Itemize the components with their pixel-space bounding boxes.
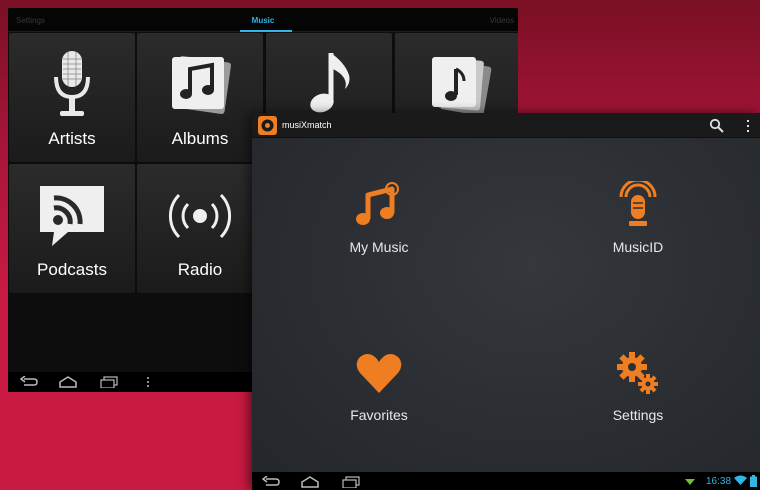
back-icon[interactable] bbox=[262, 476, 280, 488]
recent-apps-icon[interactable] bbox=[342, 476, 360, 488]
menu-my-music[interactable]: My Music bbox=[294, 181, 464, 271]
tab-videos[interactable]: Videos bbox=[490, 16, 514, 25]
front-navigation-bar: 16:38 bbox=[252, 472, 760, 490]
tab-indicator bbox=[240, 30, 292, 32]
back-tab-bar: Settings Music Videos bbox=[8, 8, 518, 32]
microphone-icon bbox=[54, 51, 90, 116]
radio-icon bbox=[168, 193, 232, 239]
app-title: musiXmatch bbox=[282, 120, 332, 130]
battery-icon bbox=[750, 475, 757, 487]
tile-label-radio: Radio bbox=[177, 260, 223, 279]
menu-favorites[interactable]: Favorites bbox=[294, 349, 464, 439]
download-icon bbox=[685, 479, 695, 485]
gears-icon bbox=[617, 352, 658, 394]
tile-artists[interactable]: Artists bbox=[9, 33, 135, 162]
recent-apps-icon[interactable] bbox=[100, 376, 118, 388]
tile-label-podcasts: Podcasts bbox=[37, 260, 107, 279]
music-note-icon bbox=[310, 53, 350, 113]
tile-label-artists: Artists bbox=[48, 129, 96, 148]
playlists-icon bbox=[432, 57, 492, 116]
home-icon[interactable] bbox=[300, 476, 320, 488]
menu-settings[interactable]: Settings bbox=[553, 349, 723, 439]
action-bar: musiXmatch bbox=[252, 113, 760, 138]
back-icon[interactable] bbox=[20, 376, 38, 388]
search-icon[interactable] bbox=[709, 118, 725, 134]
wifi-icon bbox=[734, 475, 747, 485]
overflow-menu-icon[interactable] bbox=[745, 118, 751, 134]
microphone-icon bbox=[619, 181, 657, 226]
menu-label-music-id: MusicID bbox=[612, 239, 664, 255]
tile-albums[interactable]: Albums bbox=[137, 33, 263, 162]
podcast-icon bbox=[40, 186, 104, 246]
musixmatch-logo-icon[interactable] bbox=[258, 116, 277, 135]
heart-icon bbox=[356, 354, 402, 393]
front-tablet-screen: musiXmatch My Music MusicID Favorites Se… bbox=[252, 113, 760, 490]
menu-label-favorites: Favorites bbox=[350, 407, 408, 423]
menu-label-settings: Settings bbox=[612, 407, 664, 423]
tile-podcasts[interactable]: Podcasts bbox=[9, 164, 135, 293]
home-icon[interactable] bbox=[58, 376, 78, 388]
menu-music-id[interactable]: MusicID bbox=[553, 181, 723, 271]
tile-radio[interactable]: Radio bbox=[137, 164, 263, 293]
album-icon bbox=[172, 56, 231, 114]
menu-dots-icon[interactable] bbox=[146, 376, 150, 388]
tile-label-albums: Albums bbox=[171, 129, 229, 148]
tab-music[interactable]: Music bbox=[8, 16, 518, 25]
status-time: 16:38 bbox=[706, 476, 732, 487]
music-notes-icon bbox=[356, 182, 399, 225]
menu-label-my-music: My Music bbox=[349, 239, 409, 255]
